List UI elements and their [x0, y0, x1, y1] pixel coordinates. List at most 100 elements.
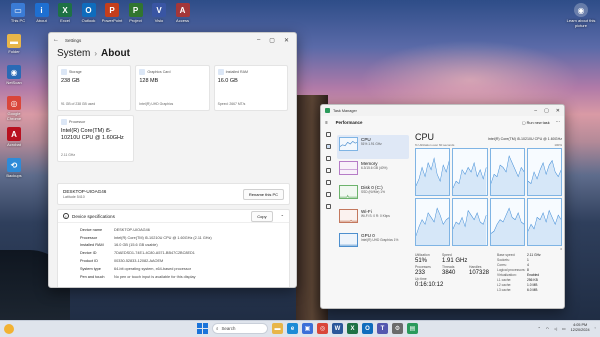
search-icon: ⌕ — [216, 326, 219, 331]
cpu-core-graph — [526, 198, 562, 246]
spec-value: 00330-52833-12082-AAOEM — [114, 259, 164, 264]
more-options-icon[interactable]: ⋯ — [556, 119, 560, 125]
close-icon[interactable]: ✕ — [284, 37, 289, 44]
cpu-core-graph — [415, 198, 451, 246]
stat-handles: Handles 107328 — [469, 265, 490, 276]
outlook-icon[interactable]: O — [362, 323, 373, 334]
word-icon[interactable]: W — [332, 323, 343, 334]
resource-item-gpu[interactable]: GPU 0 Intel(R) UHD Graphics 1% — [337, 231, 409, 255]
taskbar: ⌕ Search ▬ e ▣ ◎ W X O T ⚙ ▤ ⌃ ◠ ◁ ▭ 4:05 PM 12/2… — [0, 320, 600, 337]
hamburger-menu-icon[interactable]: ≡ — [325, 120, 328, 125]
excel-icon[interactable]: X — [347, 323, 358, 334]
wifi-icon[interactable]: ◠ — [546, 326, 549, 331]
page-title: About — [101, 48, 130, 59]
desktop-shortcut[interactable]: A Acrobat — [0, 127, 28, 147]
chrome-icon[interactable]: ◎ — [317, 323, 328, 334]
copy-button[interactable]: Copy — [251, 210, 273, 222]
desktop-shortcut[interactable]: ◉ NetScan — [0, 65, 28, 85]
shortcut-label: Folder — [8, 49, 20, 54]
resource-item-wifi[interactable]: Wi-Fi Wi-Fi S: 0 R: 0 Kbps — [337, 207, 409, 231]
startup-nav-icon[interactable] — [325, 168, 331, 173]
resource-sub: 6.3/15.6 GB (40%) — [361, 166, 388, 170]
excel-icon: X — [58, 3, 72, 17]
processor-card[interactable]: Processor Intel(R) Core(TM) i5-10210U CP… — [57, 115, 134, 162]
settings-icon[interactable]: ⚙ — [392, 323, 403, 334]
desktop-shortcut[interactable]: A Access — [169, 3, 197, 23]
spec-key: System type — [80, 266, 101, 271]
start-button[interactable] — [197, 323, 208, 334]
chevron-up-icon[interactable]: ⌃ — [538, 326, 541, 331]
battery-icon[interactable]: ▭ — [562, 326, 566, 331]
axis-min-label: 0 — [560, 247, 562, 251]
resource-item-mem[interactable]: Memory 6.3/15.6 GB (40%) — [337, 159, 409, 183]
settings-window-title: Settings — [65, 37, 82, 43]
app-history-nav-icon[interactable] — [325, 156, 331, 161]
cpu-core-graphs — [415, 148, 562, 246]
ram-card[interactable]: Installed RAM 16.0 GB Speed: 2667 MT/s — [213, 65, 288, 111]
task-manager-titlebar: Task Manager – ▢ ✕ — [321, 105, 564, 116]
teams-icon[interactable]: T — [377, 323, 388, 334]
file-explorer-icon[interactable]: ▬ — [272, 323, 283, 334]
graphics-card[interactable]: Graphics Card 128 MB Intel(R) UHD Graphi… — [135, 65, 210, 111]
minimize-icon[interactable]: – — [257, 37, 260, 44]
task-manager-icon[interactable]: ▤ — [407, 323, 418, 334]
spec-row: Product ID 00330-52833-12082-AAOEM — [80, 257, 284, 265]
backup-icon: ⟲ — [7, 158, 21, 172]
camera-icon: ◉ — [574, 3, 588, 17]
back-arrow-icon[interactable]: ← — [53, 37, 61, 43]
desktop-shortcut[interactable]: ◎ Google Chrome — [0, 96, 28, 121]
desktop-shortcut[interactable]: ⟲ Backups — [0, 158, 28, 178]
spec-key: Installed RAM — [80, 243, 104, 248]
cpu-details: Base speed: 2.11 GHz Sockets: 1 Cores: 4 Logic… — [497, 253, 562, 293]
store-icon[interactable]: ▣ — [302, 323, 313, 334]
section-title: Performance — [335, 119, 363, 125]
notification-icon[interactable]: ▫ — [595, 326, 596, 330]
spec-value: No pen or touch input is available for t… — [114, 274, 196, 279]
maximize-icon[interactable]: ▢ — [269, 37, 275, 44]
weather-icon[interactable] — [4, 324, 14, 334]
volume-icon[interactable]: ◁ — [554, 326, 557, 331]
spec-cards: Storage 238 GB 91 GB of 238 GB used Grap… — [49, 65, 296, 111]
gpu-sparkline — [339, 233, 358, 247]
spec-key: Product ID — [80, 259, 98, 264]
detail-value: 2.11 GHz — [527, 253, 541, 257]
device-name-card: DESKTOP-UIOAG46 Latitude 5410 Rename thi… — [57, 183, 290, 205]
run-new-task-button[interactable]: ▢ Run new task — [522, 120, 550, 125]
rename-pc-button[interactable]: Rename this PC — [242, 188, 284, 200]
maximize-icon[interactable]: ▢ — [544, 108, 549, 114]
details-nav-icon[interactable] — [325, 192, 331, 197]
cpu-sparkline — [339, 137, 358, 151]
resource-item-cpu[interactable]: CPU 51% 1.91 GHz — [337, 135, 409, 159]
services-nav-icon[interactable] — [325, 204, 331, 209]
detail-key: L3 cache: — [497, 288, 512, 292]
edge-icon[interactable]: e — [287, 323, 298, 334]
resource-sub: Intel(R) UHD Graphics 1% — [361, 238, 399, 242]
cpu-title: CPU — [415, 132, 435, 142]
spec-key: Pen and touch — [80, 274, 105, 279]
resource-sub: SSD (NVMe) 1% — [361, 190, 385, 194]
processes-nav-icon[interactable] — [325, 132, 331, 137]
close-icon[interactable]: ✕ — [556, 108, 560, 114]
performance-nav-icon[interactable] — [325, 144, 331, 149]
storage-sub: 91 GB of 238 GB used — [61, 102, 96, 106]
users-nav-icon[interactable] — [325, 180, 331, 185]
breadcrumb-system[interactable]: System — [57, 48, 90, 59]
detail-value: 6.0 MB — [527, 288, 538, 292]
spec-row: Processor Intel(R) Core(TM) i5-10210U CPU… — [80, 234, 284, 242]
spec-value: Intel(R) Core(TM) i5-10210U CPU @ 1.60GH… — [114, 235, 212, 240]
taskbar-search[interactable]: ⌕ Search — [212, 323, 268, 334]
specs-header[interactable]: i Device specifications Copy ⌃ — [58, 210, 289, 223]
clock[interactable]: 4:05 PM 12/20/2024 — [571, 323, 590, 333]
stat-speed: Speed 1.91 GHz — [442, 253, 468, 264]
minimize-icon[interactable]: – — [534, 108, 537, 114]
outlook-icon: O — [81, 3, 96, 17]
disk-sparkline — [339, 185, 358, 199]
axis-max-label: 100% — [554, 143, 562, 147]
chevron-up-icon[interactable]: ⌃ — [281, 214, 284, 219]
resource-item-disk[interactable]: Disk 0 (C:) SSD (NVMe) 1% — [337, 183, 409, 207]
clock-date: 12/20/2024 — [570, 328, 590, 332]
desktop-shortcut[interactable]: ▬ Folder — [0, 34, 28, 54]
about-icon: i — [34, 3, 49, 17]
storage-card[interactable]: Storage 238 GB 91 GB of 238 GB used — [57, 65, 132, 111]
learn-about-picture[interactable]: ◉ Learn about this picture — [566, 3, 596, 28]
